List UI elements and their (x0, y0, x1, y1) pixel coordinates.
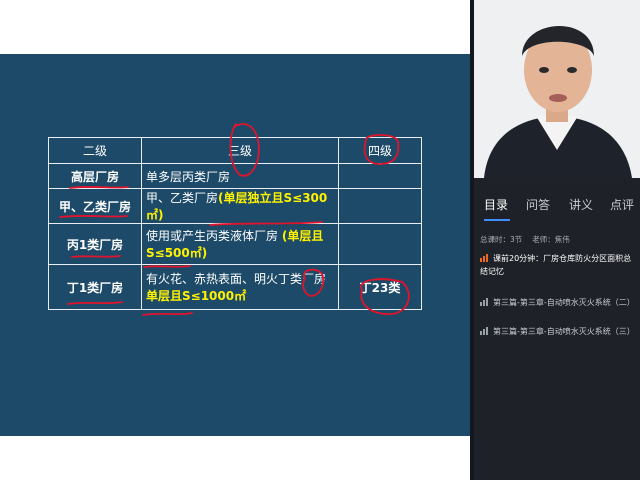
course-meta: 总课时：3节 老师：焦伟 (480, 234, 580, 245)
cell-level-2: 丁1类厂房 (48, 264, 142, 310)
table-row: 丙1类厂房 使用或产生丙类液体厂房 (单层且S≤500㎡) (48, 223, 422, 265)
teacher-name: 老师：焦伟 (532, 235, 570, 244)
bottom-margin (0, 436, 472, 480)
tab-qa[interactable]: 问答 (526, 196, 550, 213)
header-level-3: 三级 (141, 137, 339, 164)
header-level-4: 四级 (338, 137, 422, 164)
cell-text: 甲、乙类厂房 (146, 191, 219, 205)
cell-level-4 (338, 188, 422, 224)
lesson-bars-icon (480, 327, 490, 335)
cell-text: 单多层丙类厂房 (146, 169, 231, 184)
lesson-bars-icon (480, 298, 490, 306)
cell-level-3: 甲、乙类厂房(单层独立且S≤300㎡) (141, 188, 339, 224)
tab-handout[interactable]: 讲义 (569, 196, 593, 213)
lesson-item[interactable]: 第三篇-第三章-自动喷水灭火系统（三） (480, 325, 636, 338)
playing-icon (480, 254, 490, 262)
table-header-row: 二级 三级 四级 (48, 137, 422, 164)
active-tab-indicator (484, 219, 510, 221)
total-lessons: 总课时：3节 (480, 235, 523, 244)
table-row: 甲、乙类厂房 甲、乙类厂房(单层独立且S≤300㎡) (48, 188, 422, 224)
tab-contents[interactable]: 目录 (484, 196, 508, 213)
lesson-title: 第三篇-第三章-自动喷水灭火系统（三） (493, 327, 635, 336)
tab-review[interactable]: 点评 (610, 196, 634, 213)
table-row: 丁1类厂房 有火花、赤热表面、明火丁类厂房 单层且S≤1000㎡ 丁23类 (48, 264, 422, 310)
cell-level-2: 高层厂房 (48, 163, 142, 189)
table-row: 高层厂房 单多层丙类厂房 (48, 163, 422, 189)
sidebar-tabs: 目录 问答 讲义 点评 (474, 192, 640, 220)
presenter-image (474, 0, 640, 178)
cell-level-4 (338, 223, 422, 265)
cell-level-4 (338, 163, 422, 189)
cell-text: 使用或产生丙类液体厂房 (146, 229, 279, 243)
cell-level-2: 丙1类厂房 (48, 223, 142, 265)
lesson-title: 第三篇-第三章-自动喷水灭火系统（二） (493, 298, 635, 307)
lesson-item[interactable]: 第三篇-第三章-自动喷水灭火系统（二） (480, 296, 636, 309)
teacher-video[interactable] (474, 0, 640, 178)
cell-level-3: 单多层丙类厂房 (141, 163, 339, 189)
cell-level-4: 丁23类 (338, 264, 422, 310)
fire-zone-table: 二级 三级 四级 高层厂房 单多层丙类厂房 甲、乙类厂房 甲、乙类厂房(单层独立… (48, 137, 422, 310)
top-margin (0, 0, 472, 54)
cell-text: 有火花、赤热表面、明火丁类厂房 (146, 272, 327, 286)
lesson-title: 课前20分钟：厂房仓库防火分区面积总结记忆 (480, 254, 632, 276)
cell-level-3: 有火花、赤热表面、明火丁类厂房 单层且S≤1000㎡ (141, 264, 339, 310)
lesson-item-current[interactable]: 课前20分钟：厂房仓库防火分区面积总结记忆 (480, 252, 636, 278)
cell-level-3: 使用或产生丙类液体厂房 (单层且S≤500㎡) (141, 223, 339, 265)
cell-highlight: 单层且S≤1000㎡ (146, 289, 247, 303)
header-level-2: 二级 (48, 137, 142, 164)
cell-level-2: 甲、乙类厂房 (48, 188, 142, 224)
